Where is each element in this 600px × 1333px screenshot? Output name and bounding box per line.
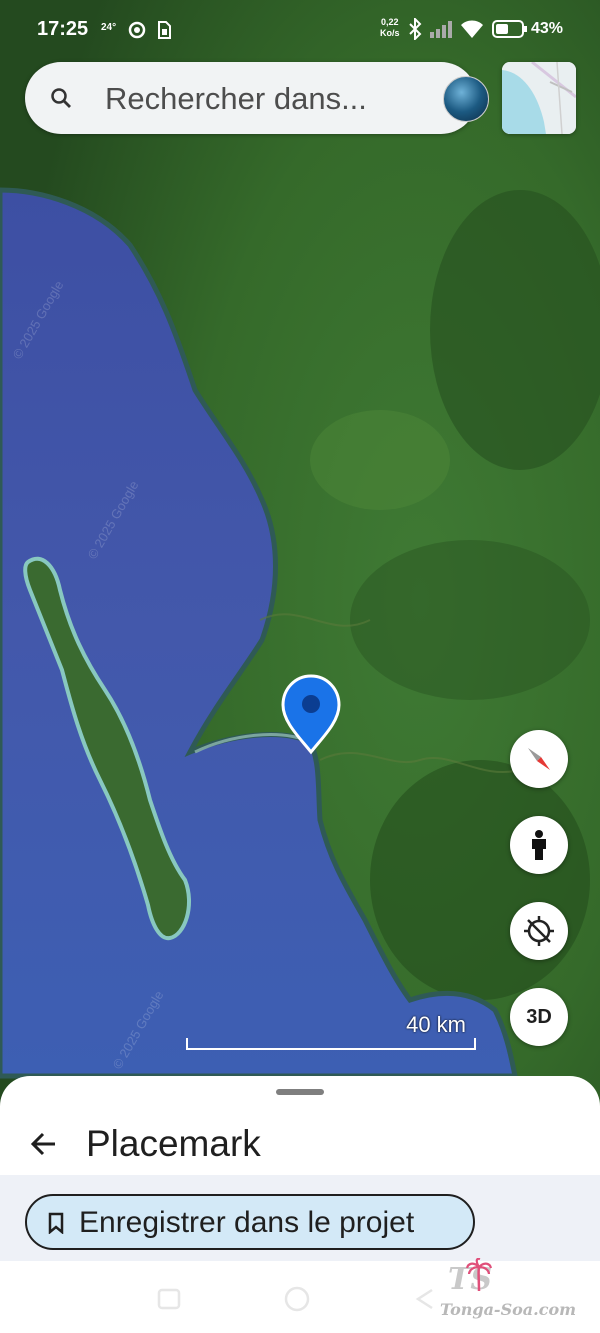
recents-icon[interactable]: [157, 1288, 181, 1310]
scale-label: 40 km: [406, 1012, 466, 1037]
save-to-project-button[interactable]: Enregistrer dans le projet: [25, 1194, 475, 1250]
placemark-title: Placemark: [86, 1123, 261, 1164]
bluetooth-icon: [409, 18, 422, 40]
street-view-icon: [532, 830, 546, 860]
scale-bar: 40 km: [184, 1010, 478, 1052]
status-time: 17:25: [37, 18, 89, 40]
network-speed-value: 0,22: [380, 17, 399, 27]
home-icon[interactable]: [283, 1285, 311, 1313]
3d-label: 3D: [526, 1005, 552, 1028]
location-icon: [524, 916, 554, 946]
status-bar: 17:25 24° 0,22 Ko/s 43%: [0, 0, 600, 60]
avatar[interactable]: [443, 76, 489, 122]
system-nav-bar: [0, 1261, 600, 1333]
search-input[interactable]: Rechercher dans...: [105, 81, 367, 117]
brand-watermark: Tonga-Soa.com: [440, 1300, 577, 1319]
my-location-button[interactable]: [510, 902, 568, 960]
layers-icon: [502, 62, 576, 134]
sim-icon: [158, 21, 171, 39]
scale-line: [186, 1038, 476, 1050]
save-to-project-label: Enregistrer dans le projet: [79, 1206, 415, 1239]
battery-percent: 43%: [531, 20, 564, 37]
network-speed-unit: Ko/s: [380, 28, 400, 38]
network-speed: 0,22 Ko/s: [380, 17, 400, 39]
compass-button[interactable]: [510, 730, 568, 788]
signal-icon: [430, 21, 452, 38]
search-icon[interactable]: [49, 86, 73, 110]
status-indicator: 24°: [101, 22, 117, 33]
search-bar[interactable]: Rechercher dans...: [25, 62, 489, 134]
street-view-button[interactable]: [510, 816, 568, 874]
palm-tree-icon: [466, 1258, 492, 1292]
battery-icon: [492, 20, 527, 38]
circle-status-icon: [128, 21, 146, 39]
layers-button[interactable]: [502, 62, 576, 134]
3d-button[interactable]: 3D: [510, 988, 568, 1046]
sheet-drag-handle[interactable]: [276, 1089, 324, 1095]
bookmark-icon: [48, 1212, 64, 1234]
wifi-icon: [461, 20, 483, 38]
back-arrow-icon[interactable]: [30, 1130, 58, 1158]
back-nav-icon[interactable]: [414, 1287, 438, 1311]
compass-icon: [528, 748, 550, 770]
